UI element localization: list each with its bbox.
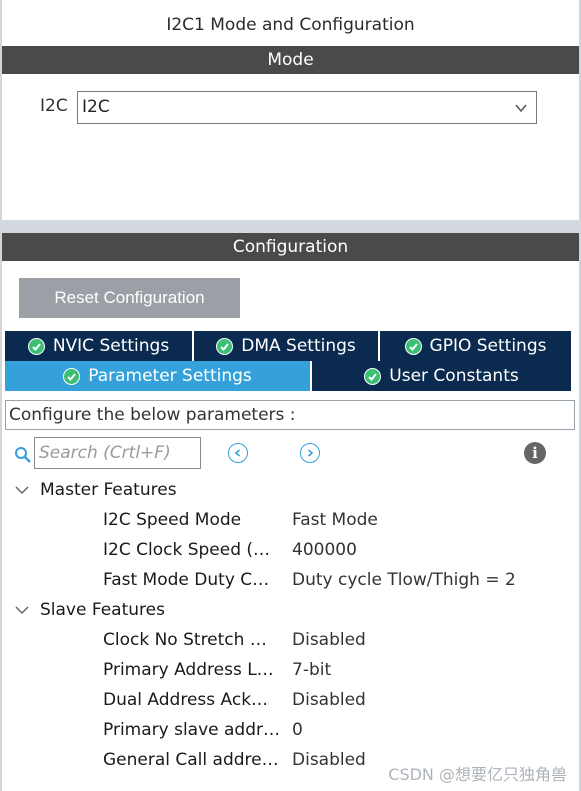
tab-label: GPIO Settings: [429, 336, 547, 356]
param-name: Primary Address L…: [103, 660, 274, 680]
check-circle-icon: [27, 337, 45, 355]
param-value[interactable]: 400000: [292, 540, 357, 560]
param-name: Dual Address Ack…: [103, 690, 269, 710]
i2c-mode-value: I2C: [82, 97, 110, 117]
param-name: Primary slave addr…: [103, 720, 281, 740]
param-name: I2C Clock Speed (…: [103, 540, 271, 560]
tab-label: Parameter Settings: [88, 366, 252, 386]
group-label: Slave Features: [40, 600, 165, 620]
chevron-left-icon: [234, 449, 241, 457]
tab-parameter-settings[interactable]: Parameter Settings: [5, 361, 312, 391]
tab-label: NVIC Settings: [52, 336, 170, 356]
mode-header: Mode: [2, 46, 579, 74]
group-label: Master Features: [40, 480, 177, 500]
param-value[interactable]: Disabled: [292, 750, 366, 770]
tab-nvic-settings[interactable]: NVIC Settings: [5, 331, 194, 361]
chevron-right-icon: [307, 449, 314, 457]
tab-gpio-settings[interactable]: GPIO Settings: [380, 331, 571, 361]
check-circle-icon: [216, 337, 234, 355]
param-value[interactable]: Disabled: [292, 630, 366, 650]
info-icon[interactable]: i: [524, 442, 546, 464]
param-value[interactable]: Duty cycle Tlow/Thigh = 2: [292, 570, 516, 590]
param-name: Clock No Stretch …: [103, 630, 267, 650]
i2c-mode-select[interactable]: I2C: [77, 91, 537, 124]
previous-match-button[interactable]: [228, 443, 248, 463]
reset-configuration-button[interactable]: Reset Configuration: [19, 278, 240, 318]
param-value[interactable]: 7-bit: [292, 660, 331, 680]
tab-label: User Constants: [389, 366, 519, 386]
check-circle-icon: [404, 337, 422, 355]
watermark: CSDN @想要亿只独角兽: [388, 765, 567, 784]
tab-dma-settings[interactable]: DMA Settings: [194, 331, 380, 361]
next-match-button[interactable]: [300, 443, 320, 463]
check-circle-icon: [364, 367, 382, 385]
param-name: General Call addre…: [103, 750, 279, 770]
chevron-down-icon: [515, 104, 527, 113]
tab-user-constants[interactable]: User Constants: [312, 361, 571, 391]
param-value[interactable]: Fast Mode: [292, 510, 378, 530]
chevron-down-icon: [15, 606, 29, 615]
tab-label: DMA Settings: [241, 336, 356, 356]
search-icon[interactable]: [14, 446, 32, 464]
panel-title: I2C1 Mode and Configuration: [166, 15, 415, 35]
param-name: Fast Mode Duty C…: [103, 570, 270, 590]
param-name: I2C Speed Mode: [103, 510, 242, 530]
check-circle-icon: [63, 367, 81, 385]
i2c-label: I2C: [40, 96, 68, 116]
param-value[interactable]: 0: [292, 720, 303, 740]
parameters-description: Configure the below parameters :: [5, 400, 575, 430]
section-divider: [0, 220, 581, 233]
chevron-down-icon: [15, 486, 29, 495]
search-input[interactable]: [34, 437, 201, 469]
param-value[interactable]: Disabled: [292, 690, 366, 710]
group-master-features[interactable]: Master Features: [14, 480, 177, 500]
group-slave-features[interactable]: Slave Features: [14, 600, 165, 620]
configuration-header: Configuration: [2, 233, 579, 261]
